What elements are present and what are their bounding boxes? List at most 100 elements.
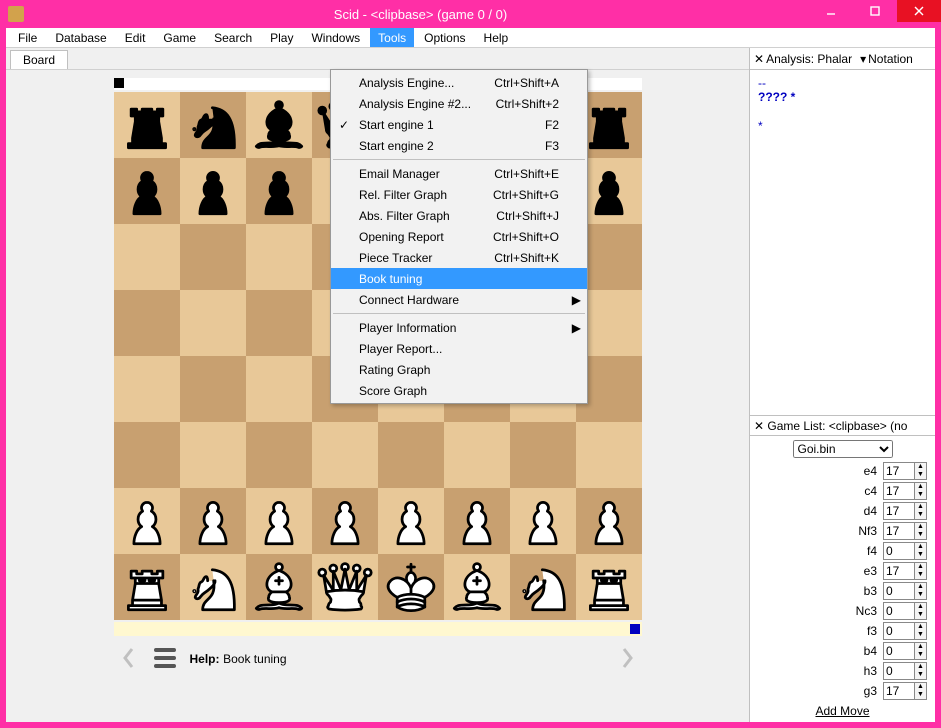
spin-down-icon[interactable]: ▼ xyxy=(914,611,926,619)
spin-up-icon[interactable]: ▲ xyxy=(914,483,926,491)
menu-icon[interactable] xyxy=(154,648,176,668)
square-5-2[interactable] xyxy=(246,422,312,488)
spin-down-icon[interactable]: ▼ xyxy=(914,551,926,559)
square-7-7[interactable] xyxy=(576,554,642,620)
close-button[interactable] xyxy=(897,0,941,22)
tools-menu-email-manager[interactable]: Email ManagerCtrl+Shift+E xyxy=(331,163,587,184)
spin-up-icon[interactable]: ▲ xyxy=(914,623,926,631)
tools-menu-abs-filter-graph[interactable]: Abs. Filter GraphCtrl+Shift+J xyxy=(331,205,587,226)
spin-down-icon[interactable]: ▼ xyxy=(914,491,926,499)
square-1-0[interactable] xyxy=(114,158,180,224)
square-4-0[interactable] xyxy=(114,356,180,422)
square-5-1[interactable] xyxy=(180,422,246,488)
nav-prev-icon[interactable] xyxy=(118,644,140,672)
square-5-7[interactable] xyxy=(576,422,642,488)
dropdown-icon[interactable]: ▾ xyxy=(860,52,866,66)
spin-down-icon[interactable]: ▼ xyxy=(914,531,926,539)
board-tab[interactable]: Board xyxy=(10,50,68,69)
square-5-5[interactable] xyxy=(444,422,510,488)
tools-menu-rel-filter-graph[interactable]: Rel. Filter GraphCtrl+Shift+G xyxy=(331,184,587,205)
spin-up-icon[interactable]: ▲ xyxy=(914,463,926,471)
spin-up-icon[interactable]: ▲ xyxy=(914,663,926,671)
tools-menu-player-information[interactable]: Player Information▶ xyxy=(331,317,587,338)
spin-up-icon[interactable]: ▲ xyxy=(914,603,926,611)
tools-menu-analysis-engine-2[interactable]: Analysis Engine #2...Ctrl+Shift+2 xyxy=(331,93,587,114)
menu-game[interactable]: Game xyxy=(155,28,204,47)
square-0-0[interactable] xyxy=(114,92,180,158)
menu-tools[interactable]: Tools xyxy=(370,28,414,47)
menu-windows[interactable]: Windows xyxy=(303,28,368,47)
book-move-value[interactable] xyxy=(884,623,914,639)
square-0-2[interactable] xyxy=(246,92,312,158)
book-move-value[interactable] xyxy=(884,463,914,479)
square-7-4[interactable] xyxy=(378,554,444,620)
spin-up-icon[interactable]: ▲ xyxy=(914,643,926,651)
book-move-value[interactable] xyxy=(884,643,914,659)
menu-options[interactable]: Options xyxy=(416,28,473,47)
close-icon[interactable]: ✕ xyxy=(754,419,764,433)
menu-search[interactable]: Search xyxy=(206,28,260,47)
book-move-value[interactable] xyxy=(884,663,914,679)
tools-menu-rating-graph[interactable]: Rating Graph xyxy=(331,359,587,380)
square-6-4[interactable] xyxy=(378,488,444,554)
spin-up-icon[interactable]: ▲ xyxy=(914,523,926,531)
square-6-2[interactable] xyxy=(246,488,312,554)
menu-help[interactable]: Help xyxy=(476,28,517,47)
square-1-2[interactable] xyxy=(246,158,312,224)
nav-next-icon[interactable] xyxy=(616,644,638,672)
spin-down-icon[interactable]: ▼ xyxy=(914,671,926,679)
menu-edit[interactable]: Edit xyxy=(117,28,154,47)
square-6-6[interactable] xyxy=(510,488,576,554)
square-7-3[interactable] xyxy=(312,554,378,620)
spin-down-icon[interactable]: ▼ xyxy=(914,471,926,479)
tab-notation[interactable]: ▾Notation xyxy=(856,52,917,66)
square-6-1[interactable] xyxy=(180,488,246,554)
square-7-6[interactable] xyxy=(510,554,576,620)
tools-menu-connect-hardware[interactable]: Connect Hardware▶ xyxy=(331,289,587,310)
square-6-0[interactable] xyxy=(114,488,180,554)
book-move-value[interactable] xyxy=(884,603,914,619)
spin-down-icon[interactable]: ▼ xyxy=(914,511,926,519)
square-6-3[interactable] xyxy=(312,488,378,554)
add-move-link[interactable]: Add Move xyxy=(750,700,935,722)
square-4-1[interactable] xyxy=(180,356,246,422)
book-move-value[interactable] xyxy=(884,523,914,539)
tools-menu-score-graph[interactable]: Score Graph xyxy=(331,380,587,401)
square-7-5[interactable] xyxy=(444,554,510,620)
square-7-1[interactable] xyxy=(180,554,246,620)
spin-up-icon[interactable]: ▲ xyxy=(914,503,926,511)
menu-database[interactable]: Database xyxy=(47,28,114,47)
spin-down-icon[interactable]: ▼ xyxy=(914,631,926,639)
square-0-1[interactable] xyxy=(180,92,246,158)
square-5-4[interactable] xyxy=(378,422,444,488)
square-3-0[interactable] xyxy=(114,290,180,356)
book-move-value[interactable] xyxy=(884,563,914,579)
tools-menu-analysis-engine[interactable]: Analysis Engine...Ctrl+Shift+A xyxy=(331,72,587,93)
tools-menu-book-tuning[interactable]: Book tuning xyxy=(331,268,587,289)
spin-up-icon[interactable]: ▲ xyxy=(914,683,926,691)
square-2-1[interactable] xyxy=(180,224,246,290)
square-5-6[interactable] xyxy=(510,422,576,488)
square-5-3[interactable] xyxy=(312,422,378,488)
spin-up-icon[interactable]: ▲ xyxy=(914,583,926,591)
book-move-value[interactable] xyxy=(884,683,914,699)
square-2-0[interactable] xyxy=(114,224,180,290)
close-icon[interactable]: ✕ xyxy=(754,52,764,66)
spin-down-icon[interactable]: ▼ xyxy=(914,591,926,599)
square-6-5[interactable] xyxy=(444,488,510,554)
spin-down-icon[interactable]: ▼ xyxy=(914,691,926,699)
tools-menu-piece-tracker[interactable]: Piece TrackerCtrl+Shift+K xyxy=(331,247,587,268)
tab-analysis[interactable]: ✕Analysis: Phalar xyxy=(750,52,856,66)
menu-play[interactable]: Play xyxy=(262,28,301,47)
square-5-0[interactable] xyxy=(114,422,180,488)
square-7-2[interactable] xyxy=(246,554,312,620)
menu-file[interactable]: File xyxy=(10,28,45,47)
book-move-value[interactable] xyxy=(884,503,914,519)
tools-menu-start-engine-1[interactable]: ✓Start engine 1F2 xyxy=(331,114,587,135)
square-3-1[interactable] xyxy=(180,290,246,356)
square-2-2[interactable] xyxy=(246,224,312,290)
spin-up-icon[interactable]: ▲ xyxy=(914,563,926,571)
square-1-1[interactable] xyxy=(180,158,246,224)
square-7-0[interactable] xyxy=(114,554,180,620)
tools-menu-start-engine-2[interactable]: Start engine 2F3 xyxy=(331,135,587,156)
